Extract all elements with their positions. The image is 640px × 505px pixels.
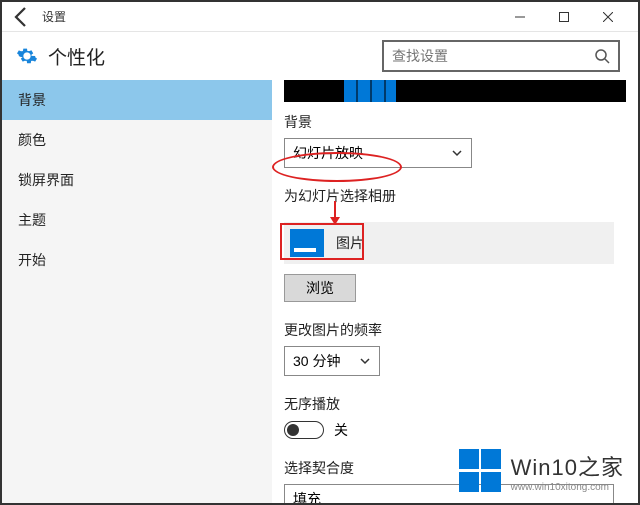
sidebar-item-background[interactable]: 背景 <box>2 80 272 120</box>
fit-value: 填充 <box>293 489 321 503</box>
minimize-button[interactable] <box>498 2 542 32</box>
sidebar-item-lockscreen[interactable]: 锁屏界面 <box>2 160 272 200</box>
fit-label: 选择契合度 <box>284 458 626 478</box>
album-label: 为幻灯片选择相册 <box>284 186 626 206</box>
background-label: 背景 <box>284 112 626 132</box>
album-name: 图片 <box>336 233 364 253</box>
frequency-dropdown[interactable]: 30 分钟 <box>284 346 380 376</box>
page-title: 个性化 <box>48 43 382 70</box>
gear-icon <box>16 45 38 67</box>
background-dropdown-value: 幻灯片放映 <box>293 143 363 163</box>
browse-button[interactable]: 浏览 <box>284 274 356 302</box>
search-box[interactable] <box>382 40 620 72</box>
header: 个性化 <box>2 32 638 80</box>
chevron-down-icon <box>451 147 463 159</box>
chevron-down-icon <box>359 355 371 367</box>
folder-icon <box>290 229 324 257</box>
shuffle-state: 关 <box>334 420 348 440</box>
sidebar-item-colors[interactable]: 颜色 <box>2 120 272 160</box>
body: 背景 颜色 锁屏界面 主题 开始 背景 幻灯片放映 为幻灯片选择相册 图片 浏览… <box>2 80 638 503</box>
back-button[interactable] <box>10 5 34 29</box>
sidebar-item-start[interactable]: 开始 <box>2 240 272 280</box>
sidebar: 背景 颜色 锁屏界面 主题 开始 <box>2 80 272 503</box>
preview-strip <box>284 80 626 102</box>
content: 背景 幻灯片放映 为幻灯片选择相册 图片 浏览 更改图片的频率 30 分钟 无序… <box>272 80 638 503</box>
titlebar: 设置 <box>2 2 638 32</box>
frequency-value: 30 分钟 <box>293 351 340 371</box>
album-row[interactable]: 图片 <box>284 222 614 264</box>
search-input[interactable] <box>392 48 594 64</box>
background-dropdown[interactable]: 幻灯片放映 <box>284 138 472 168</box>
shuffle-toggle[interactable] <box>284 421 324 439</box>
frequency-label: 更改图片的频率 <box>284 320 626 340</box>
search-icon <box>594 48 610 64</box>
window-controls <box>498 2 630 32</box>
close-button[interactable] <box>586 2 630 32</box>
window-title: 设置 <box>42 8 66 25</box>
shuffle-label: 无序播放 <box>284 394 626 414</box>
fit-dropdown[interactable]: 填充 <box>284 484 614 503</box>
sidebar-item-themes[interactable]: 主题 <box>2 200 272 240</box>
maximize-button[interactable] <box>542 2 586 32</box>
